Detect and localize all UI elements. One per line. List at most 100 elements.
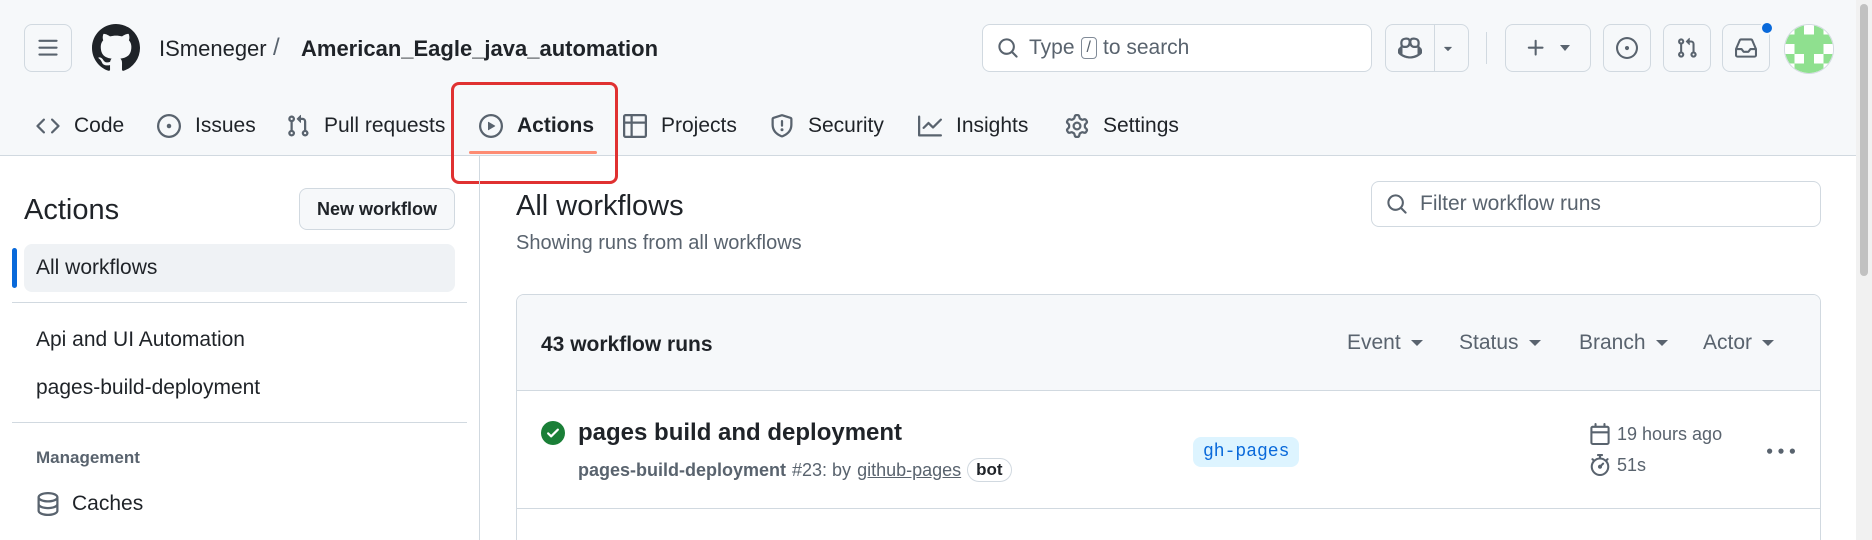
tab-issues[interactable]: Issues: [157, 96, 256, 156]
unread-notification-dot: [1760, 21, 1774, 35]
sidebar-item-workflow[interactable]: Api and UI Automation: [36, 328, 245, 352]
tab-issues-label: Issues: [195, 114, 256, 137]
filter-event-dropdown[interactable]: Event: [1347, 331, 1423, 355]
chevron-down-icon: [1560, 45, 1570, 51]
actions-sidebar: Actions New workflow All workflows Api a…: [0, 156, 480, 540]
copilot-button[interactable]: [1385, 24, 1469, 72]
tab-security[interactable]: Security: [770, 96, 884, 156]
calendar-icon: [1590, 423, 1610, 445]
search-icon: [998, 38, 1018, 58]
filter-event-label: Event: [1347, 331, 1401, 354]
workflow-runs-list: 43 workflow runs Event Status Branch Act…: [516, 294, 1821, 540]
tab-pull-requests[interactable]: Pull requests: [286, 96, 445, 156]
kebab-horizontal-icon: [1767, 448, 1795, 454]
chevron-down-icon[interactable]: [1442, 42, 1454, 54]
sidebar-section-heading: Management: [36, 448, 140, 467]
tab-insights[interactable]: Insights: [918, 96, 1028, 156]
pull-request-icon: [288, 114, 309, 137]
page-scrollbar-thumb[interactable]: [1860, 4, 1868, 276]
bot-badge: bot: [967, 458, 1012, 482]
workflow-run-time-label: 19 hours ago: [1617, 423, 1723, 444]
code-icon: [36, 118, 60, 134]
filter-status-dropdown[interactable]: Status: [1459, 331, 1541, 355]
filter-branch-dropdown[interactable]: Branch: [1579, 331, 1668, 355]
branch-label[interactable]: gh-pages: [1193, 437, 1300, 467]
tab-security-label: Security: [808, 114, 884, 137]
workflow-run-menu-button[interactable]: [1763, 438, 1799, 466]
your-issues-button[interactable]: [1603, 24, 1651, 72]
tab-projects[interactable]: Projects: [623, 96, 737, 156]
breadcrumb-separator: /: [273, 34, 280, 61]
caret-down-icon: [1410, 340, 1423, 346]
workflow-run-duration: 51s: [1589, 454, 1646, 476]
check-circle-fill-icon: [541, 421, 565, 445]
filter-actor-label: Actor: [1703, 331, 1753, 354]
workflow-runs-header: 43 workflow runs Event Status Branch Act…: [517, 295, 1820, 391]
tab-insights-label: Insights: [956, 114, 1029, 137]
gear-icon: [1065, 114, 1089, 138]
workflow-run-number: #23: by: [792, 459, 852, 480]
active-item-indicator: [12, 248, 17, 288]
tab-pull-requests-label: Pull requests: [324, 114, 446, 137]
sidebar-item-caches[interactable]: Caches: [36, 492, 143, 516]
global-search-input[interactable]: Type / to search: [982, 24, 1372, 72]
plus-icon: [1527, 39, 1544, 56]
workflow-run-workflow-name: pages-build-deployment: [578, 459, 787, 480]
page-title: All workflows: [516, 190, 684, 222]
page-subtitle: Showing runs from all workflows: [516, 232, 802, 254]
graph-icon: [918, 115, 942, 137]
filter-placeholder: Filter workflow runs: [1420, 192, 1601, 215]
menu-button[interactable]: [24, 24, 72, 72]
search-icon: [1387, 194, 1407, 214]
filter-branch-label: Branch: [1579, 331, 1646, 354]
workflow-runs-count: 43 workflow runs: [541, 333, 713, 356]
global-bar: ISmeneger / American_Eagle_java_automati…: [0, 0, 1872, 96]
header-divider: [1486, 32, 1487, 64]
repository-nav: Code Issues Pull requests Actions Projec…: [0, 96, 1872, 156]
your-pull-requests-button[interactable]: [1663, 24, 1711, 72]
new-workflow-button[interactable]: New workflow: [299, 188, 455, 230]
workflow-run-actor-link[interactable]: github-pages: [857, 460, 961, 481]
sidebar-item-all-workflows[interactable]: All workflows: [24, 244, 455, 292]
search-placeholder-prefix: Type: [1029, 36, 1075, 59]
sidebar-item-workflow[interactable]: pages-build-deployment: [36, 376, 260, 400]
app-header: ISmeneger / American_Eagle_java_automati…: [0, 0, 1872, 156]
tab-settings[interactable]: Settings: [1065, 96, 1179, 156]
shield-icon: [771, 114, 793, 138]
workflow-run-time: 19 hours ago: [1589, 423, 1722, 445]
caret-down-icon: [1655, 340, 1668, 346]
user-avatar[interactable]: [1784, 24, 1834, 74]
sidebar-item-caches-label: Caches: [72, 492, 144, 515]
hamburger-icon: [38, 39, 58, 56]
table-icon: [623, 114, 647, 138]
caret-down-icon: [1528, 340, 1541, 346]
issue-opened-icon: [1616, 37, 1638, 59]
inbox-icon: [1735, 38, 1757, 58]
workflow-run-row[interactable]: [517, 391, 1820, 509]
workflow-run-duration-label: 51s: [1617, 454, 1647, 475]
search-placeholder: Type / to search: [1029, 36, 1189, 60]
breadcrumb-repo[interactable]: American_Eagle_java_automation: [301, 36, 658, 62]
workflow-run-title[interactable]: pages build and deployment: [578, 419, 902, 447]
tab-projects-label: Projects: [661, 114, 737, 137]
filter-actor-dropdown[interactable]: Actor: [1703, 331, 1775, 355]
issue-icon: [157, 114, 181, 138]
tab-code-label: Code: [74, 114, 125, 137]
database-icon: [37, 492, 59, 516]
breadcrumb-owner[interactable]: ISmeneger: [159, 36, 267, 62]
tab-settings-label: Settings: [1103, 114, 1179, 137]
workflow-run-meta: pages-build-deployment #23: by github-pa…: [578, 458, 1012, 482]
tab-code[interactable]: Code: [36, 96, 124, 156]
pull-request-icon: [1678, 37, 1697, 58]
create-new-button[interactable]: [1505, 24, 1591, 72]
search-shortcut-key: /: [1080, 37, 1097, 59]
filter-status-label: Status: [1459, 331, 1519, 354]
sidebar-divider: [12, 302, 467, 303]
copilot-divider: [1434, 25, 1435, 71]
sidebar-divider: [12, 422, 467, 423]
filter-workflow-runs-input[interactable]: Filter workflow runs: [1371, 181, 1821, 227]
github-logo-icon[interactable]: [92, 24, 140, 72]
caret-down-icon: [1762, 340, 1775, 346]
copilot-icon: [1398, 37, 1422, 59]
sidebar-title: Actions: [24, 194, 120, 226]
